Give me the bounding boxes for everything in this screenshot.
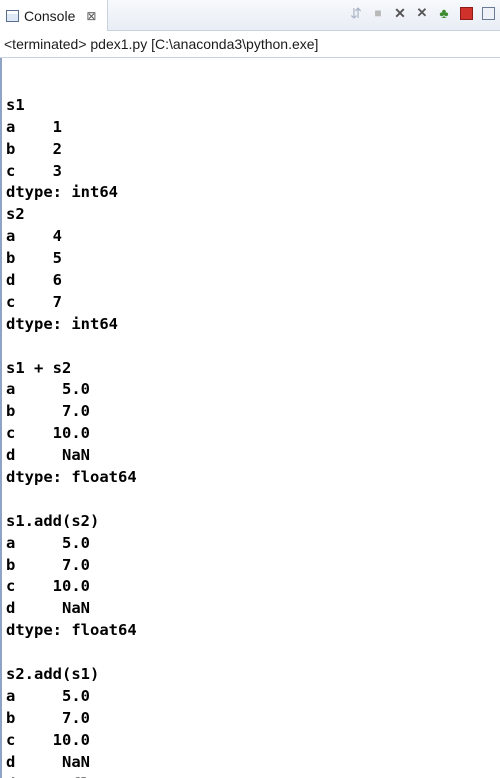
console-line: dtype: float64 [6,468,137,487]
close-icon[interactable]: ⊠ [86,9,96,23]
display-selected-console-button[interactable] [480,5,496,21]
display-selected-console-icon [481,6,495,20]
console-line: d NaN [6,752,90,771]
console-output[interactable]: s1 a 1 b 2 c 3 dtype: int64 s2 a 4 b 5 d 6 c 7 dty… [0,58,500,778]
console-tab-bar: Console ⊠ ⇵ ■ ✕ ✕ ♣ [0,0,500,31]
console-line: a 1 [6,117,62,136]
console-line: b 7.0 [6,555,90,574]
console-line: dtype: float64 [6,774,500,778]
console-line: s2 [6,205,25,224]
console-line: c 3 [6,161,62,180]
console-tab[interactable]: Console ⊠ [0,0,108,31]
pin-console-icon[interactable]: ♣ [436,5,452,21]
console-line: s2.add(s1) [6,665,100,684]
console-line: s1 [6,95,25,114]
launch-status: <terminated> pdex1.py [C:\anaconda3\pyth… [0,31,500,58]
console-line: dtype: float64 [6,621,137,640]
console-line: b 7.0 [6,708,90,727]
console-line: s1 + s2 [6,358,72,377]
console-line: d 6 [6,271,62,290]
terminate-icon[interactable]: ■ [370,5,386,21]
console-tab-label: Console [24,7,76,24]
console-icon [6,9,19,22]
console-line: dtype: int64 [6,314,118,333]
console-line: a 5.0 [6,380,90,399]
console-line: c 10.0 [6,730,90,749]
console-line: d NaN [6,599,90,618]
console-line: a 4 [6,227,62,246]
open-console-icon [459,6,473,20]
console-line: b 7.0 [6,402,90,421]
console-line: b 5 [6,249,62,268]
console-line: c 10.0 [6,577,90,596]
console-line: d NaN [6,446,90,465]
console-line: a 5.0 [6,533,90,552]
remove-all-terminated-icon[interactable]: ✕ [414,5,430,21]
console-line: c 7 [6,292,62,311]
console-line: s1.add(s2) [6,511,100,530]
scroll-lock-icon[interactable]: ⇵ [348,5,364,21]
open-console-button[interactable] [458,5,474,21]
console-line: b 2 [6,139,62,158]
remove-launch-icon[interactable]: ✕ [392,5,408,21]
console-line: c 10.0 [6,424,90,443]
console-line: a 5.0 [6,686,90,705]
console-toolbar: ⇵ ■ ✕ ✕ ♣ [348,5,496,21]
console-line: dtype: int64 [6,183,118,202]
